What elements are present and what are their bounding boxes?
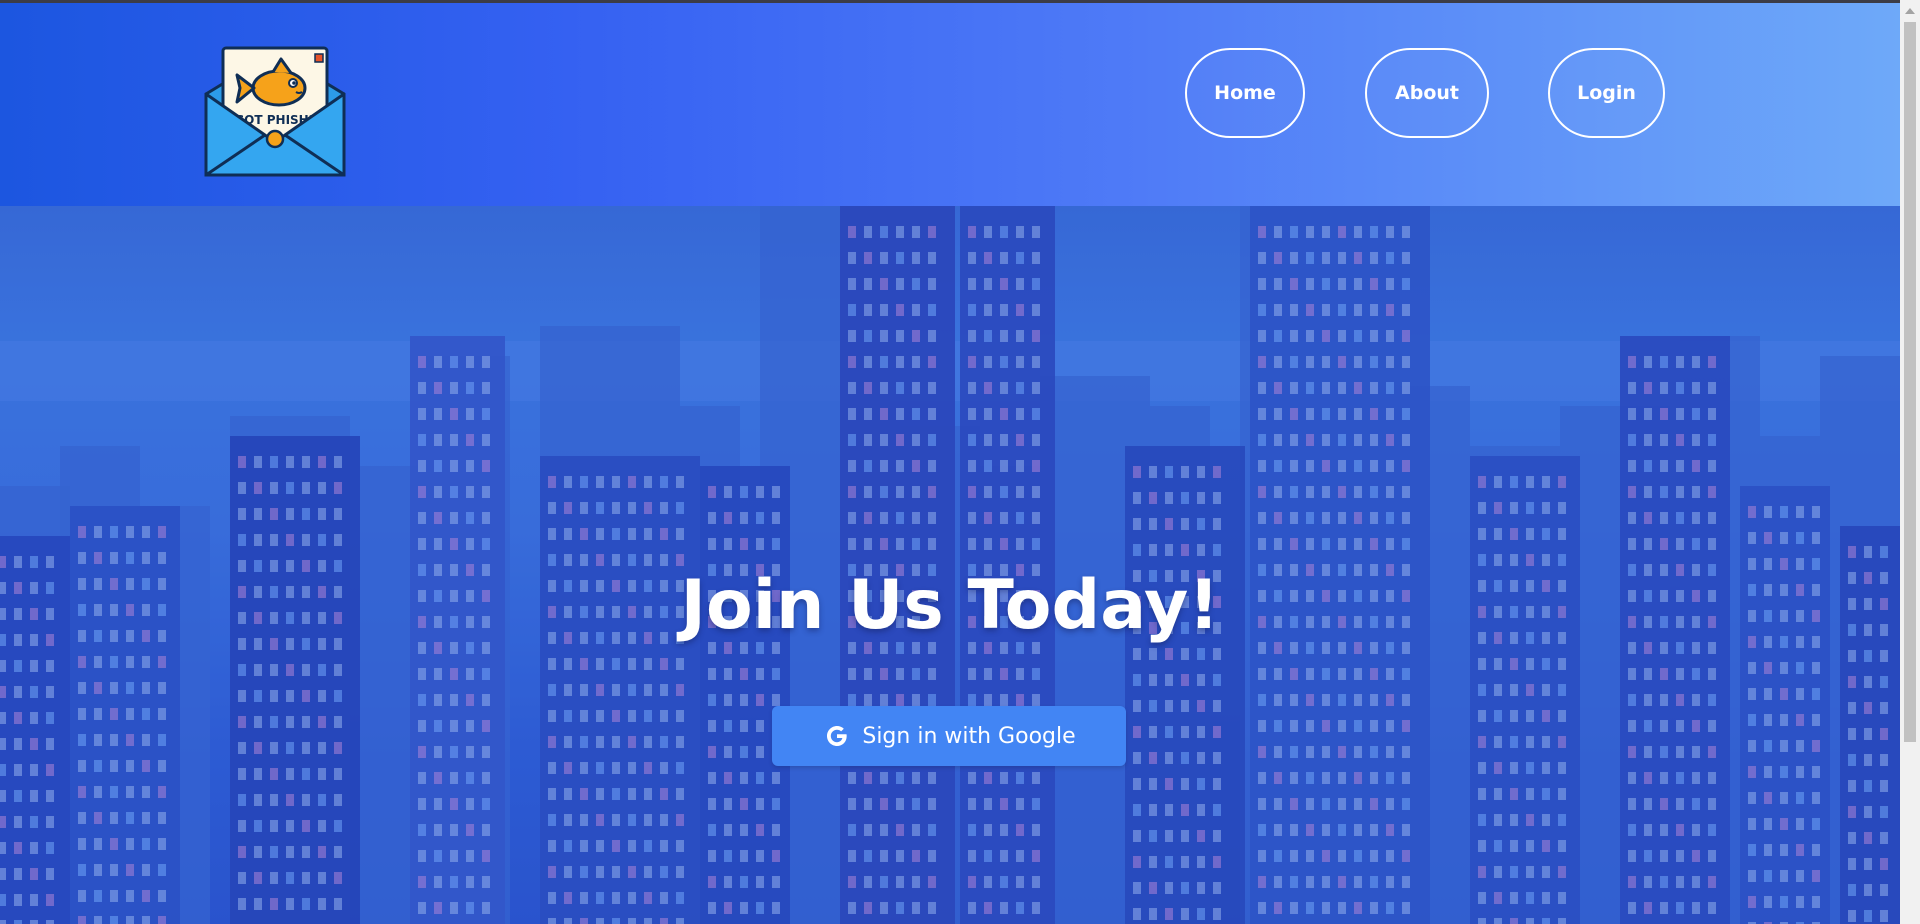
google-sign-in-button[interactable]: Sign in with Google [772,706,1126,766]
nav-home-button[interactable]: Home [1185,48,1305,138]
window-top-border [0,0,1920,3]
site-logo[interactable]: GOT PHISH? [203,32,347,178]
hero-overlay [0,206,1900,924]
page: GOT PHISH? Home About Login Join Us Toda… [0,0,1920,924]
hero-section: Join Us Today! Sign in with Google [0,206,1900,924]
nav-login-button[interactable]: Login [1548,48,1665,138]
google-sign-in-label: Sign in with Google [862,723,1076,749]
google-g-icon [827,726,848,746]
fish-envelope-logo-icon: GOT PHISH? [204,46,346,177]
hero-title: Join Us Today! [680,566,1220,645]
nav-about-button[interactable]: About [1365,48,1489,138]
scroll-up-arrow-icon[interactable] [1905,8,1915,14]
scroll-thumb[interactable] [1904,22,1916,742]
vertical-scrollbar[interactable] [1900,0,1920,924]
site-header: GOT PHISH? Home About Login [0,0,1900,206]
